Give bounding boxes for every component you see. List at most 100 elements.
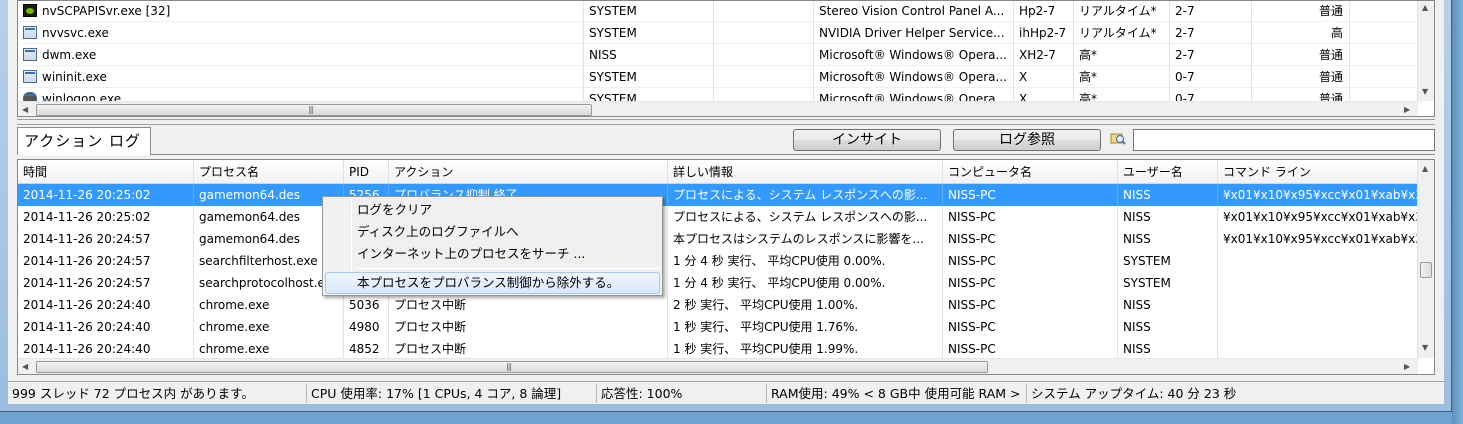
log-cell-user: NISS (1118, 294, 1218, 316)
log-cell-info: 2 秒 実行、 平均CPU使用 1.00%. (668, 294, 943, 316)
process-cell-name: dwm.exe (18, 44, 584, 66)
log-row-selected[interactable]: 2014-11-26 20:25:02 gamemon64.des 5256 プロバラ… (18, 184, 1418, 206)
log-cell-time: 2014-11-26 20:24:40 (18, 316, 194, 338)
log-vertical-scrollbar[interactable]: ▲ ▼ (1417, 160, 1434, 358)
log-row[interactable]: 2014-11-26 20:25:02 gamemon64.des プロセスによる、… (18, 206, 1418, 228)
log-cell-action: プロセス中断 (389, 294, 668, 316)
find-icon[interactable] (1110, 131, 1126, 147)
log-cell-computer: NISS-PC (943, 184, 1118, 206)
menu-item-search-online[interactable]: インターネット上のプロセスをサーチ ... (325, 243, 660, 265)
context-menu: ログをクリア ディスク上のログファイルへ インターネット上のプロセスをサーチ .… (322, 196, 663, 296)
scroll-up-icon[interactable]: ▲ (1422, 164, 1428, 173)
scroll-thumb[interactable] (36, 361, 988, 373)
scroll-left-icon[interactable]: ◀ (22, 362, 28, 371)
scroll-thumb[interactable] (1420, 262, 1432, 278)
process-cell-empty (714, 66, 814, 88)
col-header-time[interactable]: 時間 (18, 160, 194, 184)
log-header: 時間 プロセス名 PID アクション 詳しい情報 コンピュータ名 ユーザー名 コ… (18, 160, 1418, 184)
menu-separator (355, 268, 660, 269)
scroll-thumb[interactable] (36, 104, 592, 116)
window-icon (23, 26, 37, 39)
menu-item-exclude-probalance[interactable]: 本プロセスをプロバランス制御から除外する。 (325, 272, 660, 294)
log-search-input[interactable] (1133, 129, 1435, 151)
process-cell-description: NVIDIA Driver Helper Service... (814, 22, 1014, 44)
process-vertical-scrollbar[interactable]: ▲ ▼ (1417, 1, 1434, 101)
scroll-right-icon[interactable]: ▶ (1404, 362, 1410, 371)
log-cell-time: 2014-11-26 20:24:57 (18, 272, 194, 294)
log-cell-computer: NISS-PC (943, 338, 1118, 360)
process-cell-empty (714, 22, 814, 44)
scroll-down-icon[interactable]: ▼ (1422, 87, 1428, 96)
log-horizontal-scrollbar[interactable]: ◀ ||| ▶ (18, 358, 1418, 374)
log-view-button[interactable]: ログ参照 (953, 129, 1101, 151)
log-cell-time: 2014-11-26 20:24:40 (18, 294, 194, 316)
log-cell-computer: NISS-PC (943, 228, 1118, 250)
process-cell-user: SYSTEM (584, 66, 714, 88)
log-row[interactable]: 2014-11-26 20:24:57 gamemon64.des 本プロセスはシス… (18, 228, 1418, 250)
col-header-cmd[interactable]: コマンド ライン (1218, 160, 1418, 184)
nvidia-icon (23, 4, 37, 17)
process-cell-empty (1350, 44, 1418, 66)
col-header-info[interactable]: 詳しい情報 (668, 160, 943, 184)
col-header-user[interactable]: ユーザー名 (1118, 160, 1218, 184)
log-row[interactable]: 2014-11-26 20:24:40 chrome.exe 5036 プロセス中断 2… (18, 294, 1418, 316)
process-row[interactable]: nvvsvc.exe SYSTEM NVIDIA Driver Helper Ser… (18, 22, 1418, 44)
col-header-process[interactable]: プロセス名 (194, 160, 344, 184)
process-cell-status: 普通 (1252, 1, 1350, 22)
log-cell-cmd (1218, 272, 1418, 294)
process-row[interactable]: dwm.exe NISS Microsoft® Windows® Opera... X… (18, 44, 1418, 66)
log-cell-user: NISS (1118, 206, 1218, 228)
log-cell-user: NISS (1118, 184, 1218, 206)
log-cell-info: 本プロセスはシステムのレスポンスに影響を... (668, 228, 943, 250)
process-cell-mode: X (1014, 66, 1074, 88)
process-cell-affinity: 2-7 (1170, 22, 1252, 44)
col-header-action[interactable]: アクション (389, 160, 668, 184)
action-log-grid[interactable]: 時間 プロセス名 PID アクション 詳しい情報 コンピュータ名 ユーザー名 コ… (17, 159, 1435, 375)
tab-action-log[interactable]: アクション ログ (17, 127, 151, 155)
log-cell-info: 1 秒 実行、 平均CPU使用 1.76%. (668, 316, 943, 338)
process-cell-mode: Hp2-7 (1014, 1, 1074, 22)
insight-button[interactable]: インサイト (793, 129, 941, 151)
col-header-computer[interactable]: コンピュータ名 (943, 160, 1118, 184)
log-row[interactable]: 2014-11-26 20:24:57 searchfilterhost.exe 1… (18, 250, 1418, 272)
log-cell-time: 2014-11-26 20:25:02 (18, 184, 194, 206)
log-cell-time: 2014-11-26 20:25:02 (18, 206, 194, 228)
process-cell-name: nvvsvc.exe (18, 22, 584, 44)
process-cell-empty (714, 44, 814, 66)
log-cell-pid: 5036 (344, 294, 389, 316)
log-cell-user: NISS (1118, 228, 1218, 250)
log-cell-pid: 4980 (344, 316, 389, 338)
process-row[interactable]: wininit.exe SYSTEM Microsoft® Windows® Ope… (18, 66, 1418, 88)
process-horizontal-scrollbar[interactable]: ◀ ||| ▶ (18, 101, 1418, 116)
menu-item-clear-log[interactable]: ログをクリア (325, 199, 660, 221)
col-header-pid[interactable]: PID (344, 160, 389, 184)
process-cell-description: Microsoft® Windows® Opera... (814, 66, 1014, 88)
status-bar: 999 スレッド 72 プロセス内 があります。 CPU 使用率: 17% [1… (8, 381, 1444, 404)
log-cell-process: chrome.exe (194, 316, 344, 338)
scroll-grip-icon: ||| (506, 362, 512, 371)
log-cell-computer: NISS-PC (943, 316, 1118, 338)
log-row[interactable]: 2014-11-26 20:24:57 searchprotocolhost.ex… (18, 272, 1418, 294)
scroll-right-icon[interactable]: ▶ (1404, 105, 1410, 114)
log-cell-process: chrome.exe (194, 338, 344, 360)
pane-splitter[interactable] (17, 119, 1435, 125)
process-cell-priority: リアルタイム* (1074, 1, 1170, 22)
process-row[interactable]: nvSCPAPISvr.exe [32] SYSTEM Stereo Vision … (18, 1, 1418, 22)
process-cell-empty (714, 1, 814, 22)
process-cell-affinity: 2-7 (1170, 1, 1252, 22)
process-cell-affinity: 2-7 (1170, 44, 1252, 66)
status-uptime: システム アップタイム: 40 分 23 秒 (1031, 386, 1237, 401)
app-client-area: nvSCPAPISvr.exe [32] SYSTEM Stereo Vision … (8, 0, 1444, 404)
log-cell-cmd: ¥x01¥x10¥x95¥xcc¥x01¥xab¥x3e (1218, 228, 1418, 250)
log-cell-action: プロセス中断 (389, 316, 668, 338)
log-row[interactable]: 2014-11-26 20:24:40 chrome.exe 4852 プロセス中断 1… (18, 338, 1418, 360)
log-cell-action: プロセス中断 (389, 338, 668, 360)
log-cell-cmd: ¥x01¥x10¥x95¥xcc¥x01¥xab¥x3e (1218, 206, 1418, 228)
process-grid[interactable]: nvSCPAPISvr.exe [32] SYSTEM Stereo Vision … (17, 0, 1435, 117)
menu-item-open-log-file[interactable]: ディスク上のログファイルへ (325, 221, 660, 243)
scroll-down-icon[interactable]: ▼ (1422, 343, 1428, 352)
process-cell-description: Stereo Vision Control Panel A... (814, 1, 1014, 22)
log-row[interactable]: 2014-11-26 20:24:40 chrome.exe 4980 プロセス中断 1… (18, 316, 1418, 338)
scroll-up-icon[interactable]: ▲ (1422, 3, 1428, 12)
scroll-left-icon[interactable]: ◀ (22, 105, 28, 114)
